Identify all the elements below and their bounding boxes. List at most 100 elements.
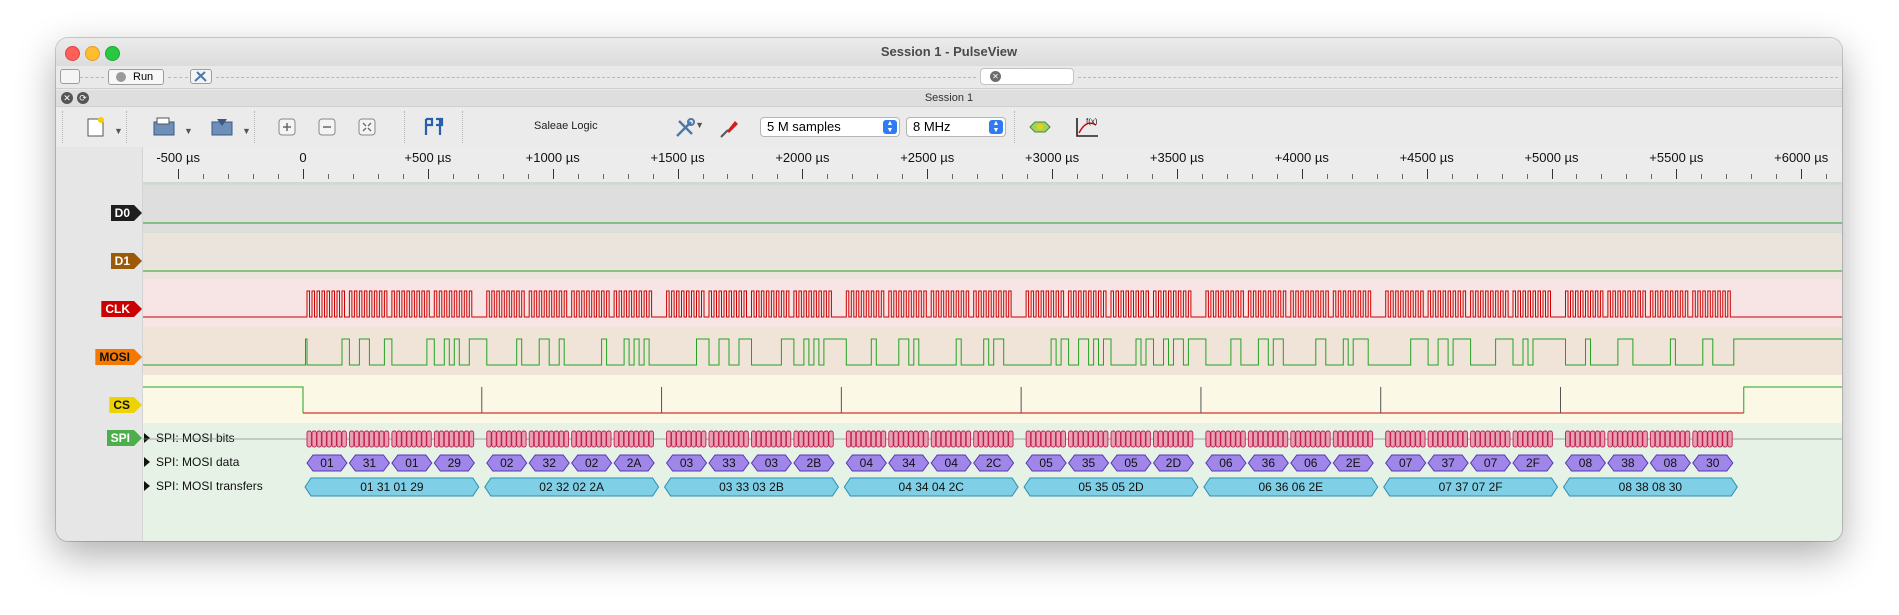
- mosi-bit[interactable]: [1599, 430, 1606, 448]
- add-decoder-icon[interactable]: [1028, 118, 1052, 140]
- mosi-bit[interactable]: [1267, 430, 1274, 448]
- mosi-bit[interactable]: [1168, 430, 1174, 448]
- mosi-bit[interactable]: [908, 430, 914, 448]
- mosi-bit[interactable]: [1475, 430, 1481, 448]
- mosi-bit[interactable]: [1282, 430, 1289, 448]
- mosi-bit[interactable]: [468, 430, 475, 448]
- mosi-bit[interactable]: [1215, 430, 1221, 448]
- mosi-bit[interactable]: [1115, 430, 1121, 448]
- mosi-bit[interactable]: [1352, 430, 1359, 448]
- new-view-icon[interactable]: [86, 116, 106, 142]
- mosi-bit[interactable]: [1035, 430, 1041, 448]
- mosi-bit[interactable]: [553, 430, 560, 448]
- math-signal-icon[interactable]: f(x): [1074, 115, 1100, 143]
- mosi-bit[interactable]: [728, 430, 734, 448]
- mosi-bit[interactable]: [1522, 430, 1528, 448]
- mosi-bit[interactable]: [1410, 430, 1416, 448]
- mosi-bit[interactable]: [438, 430, 445, 448]
- samplerate-selector[interactable]: 8 MHz ▲ ▼: [906, 117, 1006, 137]
- mosi-bit[interactable]: [1158, 430, 1164, 448]
- mosi-bit[interactable]: [686, 430, 692, 448]
- mosi-bit[interactable]: [1305, 430, 1311, 448]
- mosi-bit[interactable]: [358, 430, 365, 448]
- mosi-bit[interactable]: [1025, 430, 1031, 448]
- mosi-bit[interactable]: [433, 430, 440, 448]
- mosi-bit[interactable]: [1480, 430, 1486, 448]
- mosi-bit[interactable]: [448, 430, 455, 448]
- mosi-bit[interactable]: [1325, 430, 1331, 448]
- mosi-bit[interactable]: [1385, 430, 1391, 448]
- mosi-bit[interactable]: [923, 430, 929, 448]
- mosi-bit[interactable]: [1527, 430, 1533, 448]
- mosi-bit[interactable]: [1702, 430, 1708, 448]
- mosi-bit[interactable]: [1163, 430, 1169, 448]
- mosi-bit[interactable]: [865, 430, 872, 448]
- mosi-bit[interactable]: [1315, 430, 1321, 448]
- mosi-bit[interactable]: [643, 430, 649, 448]
- mosi-bit[interactable]: [1512, 430, 1518, 448]
- mosi-bit[interactable]: [1110, 430, 1116, 448]
- mosi-bit[interactable]: [396, 430, 402, 448]
- mosi-bit[interactable]: [1153, 430, 1159, 448]
- mosi-bit[interactable]: [860, 430, 867, 448]
- mosi-bit[interactable]: [1607, 430, 1613, 448]
- mosi-bit[interactable]: [793, 430, 799, 448]
- mosi-bit[interactable]: [785, 430, 792, 448]
- mosi-bit[interactable]: [1395, 430, 1401, 448]
- mosi-bit[interactable]: [378, 430, 385, 448]
- mosi-bit[interactable]: [1145, 430, 1151, 448]
- mosi-bit[interactable]: [965, 430, 972, 448]
- mosi-bit[interactable]: [1130, 430, 1136, 448]
- mosi-bit[interactable]: [955, 430, 962, 448]
- mosi-bit[interactable]: [993, 430, 999, 448]
- mosi-bit[interactable]: [1470, 430, 1476, 448]
- mosi-bit[interactable]: [373, 430, 380, 448]
- mosi-bit[interactable]: [538, 430, 545, 448]
- samplerate-stepper-icon[interactable]: ▲ ▼: [989, 120, 1003, 134]
- mosi-bit[interactable]: [1290, 430, 1296, 448]
- mosi-bit[interactable]: [978, 430, 984, 448]
- mosi-bit[interactable]: [935, 430, 942, 448]
- mosi-bit[interactable]: [1517, 430, 1523, 448]
- mosi-bit[interactable]: [770, 430, 777, 448]
- mosi-bit[interactable]: [1622, 430, 1628, 448]
- mosi-bit[interactable]: [1320, 430, 1326, 448]
- zoom-out-icon[interactable]: [318, 118, 336, 140]
- mosi-bit[interactable]: [850, 430, 857, 448]
- session-menu-icon[interactable]: ⟳: [77, 92, 89, 104]
- mosi-bit[interactable]: [696, 430, 702, 448]
- mosi-bit[interactable]: [563, 430, 570, 448]
- mosi-bit[interactable]: [1295, 430, 1301, 448]
- mosi-bit[interactable]: [1679, 430, 1686, 448]
- mosi-bit[interactable]: [353, 430, 360, 448]
- mosi-bit[interactable]: [618, 430, 624, 448]
- mosi-bit[interactable]: [713, 430, 719, 448]
- mosi-bit[interactable]: [1050, 430, 1056, 448]
- mosi-bit[interactable]: [443, 430, 450, 448]
- mosi-bit[interactable]: [1697, 430, 1703, 448]
- mosi-bit[interactable]: [1357, 430, 1364, 448]
- mosi-bit[interactable]: [458, 430, 465, 448]
- mosi-bit[interactable]: [1068, 430, 1074, 448]
- mosi-bit[interactable]: [1580, 430, 1586, 448]
- mosi-bit[interactable]: [1390, 430, 1396, 448]
- mosi-bit[interactable]: [491, 430, 497, 448]
- mosi-bit[interactable]: [1088, 430, 1094, 448]
- mosi-bit[interactable]: [548, 430, 555, 448]
- mosi-bit[interactable]: [1565, 430, 1571, 448]
- mosi-bit[interactable]: [368, 430, 375, 448]
- mosi-bit[interactable]: [775, 430, 782, 448]
- mosi-bit[interactable]: [1594, 430, 1601, 448]
- mosi-bit[interactable]: [803, 430, 809, 448]
- mosi-bit[interactable]: [1362, 430, 1369, 448]
- mosi-bit[interactable]: [1337, 430, 1344, 448]
- mosi-bit[interactable]: [648, 430, 654, 448]
- mosi-bit[interactable]: [1230, 430, 1236, 448]
- sidebar-toggle-icon[interactable]: [60, 69, 80, 84]
- mosi-bit[interactable]: [1659, 430, 1666, 448]
- mosi-bit[interactable]: [1210, 430, 1216, 448]
- mosi-bit[interactable]: [676, 430, 682, 448]
- mosi-bit[interactable]: [1205, 430, 1211, 448]
- sample-count-stepper-icon[interactable]: ▲ ▼: [883, 120, 897, 134]
- mosi-bit[interactable]: [1083, 430, 1089, 448]
